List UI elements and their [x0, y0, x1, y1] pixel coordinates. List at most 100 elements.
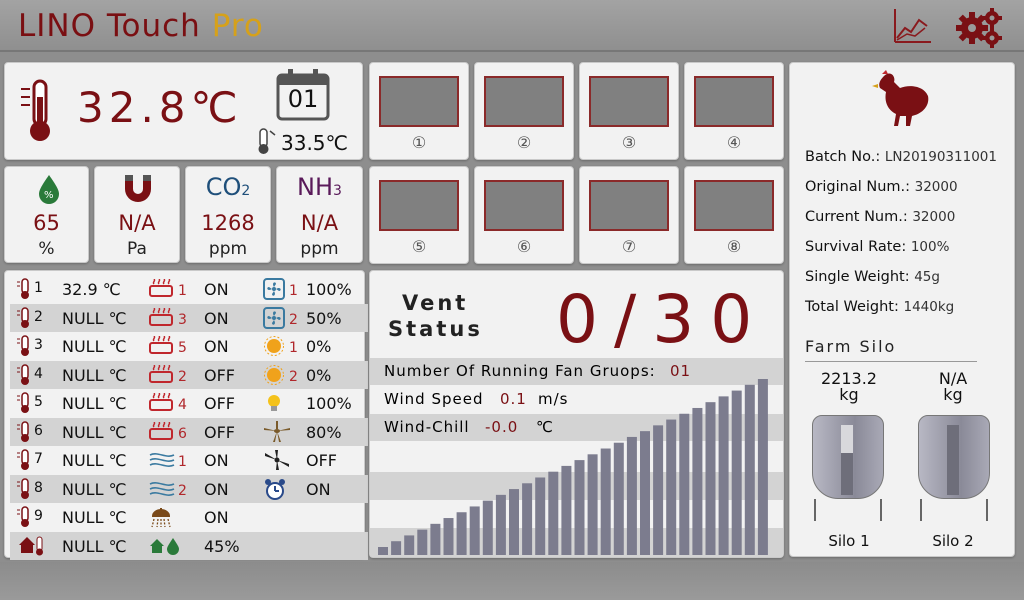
camera-number: ③ — [621, 133, 637, 152]
vent-level-bar — [613, 442, 624, 555]
single-weight-value: 45g — [914, 269, 940, 285]
device-number: 2 — [289, 311, 298, 328]
heater-icon — [148, 392, 174, 415]
camera-tile-2[interactable]: ② — [474, 62, 574, 160]
pressure-tile[interactable]: N/A Pa — [94, 166, 180, 263]
vent-status-panel[interactable]: Vent Status 0/30 Number Of Running Fan G… — [369, 270, 784, 558]
fan-icon — [263, 306, 285, 333]
sensor-temperature: NULL ℃ — [62, 451, 127, 470]
camera-tile-6[interactable]: ⑥ — [474, 166, 574, 264]
sensor-temperature: NULL ℃ — [62, 394, 127, 413]
vent-level-bar — [757, 379, 768, 555]
thermometer-icon — [17, 392, 33, 418]
device-row[interactable]: 9 NULL ℃ ON — [10, 503, 368, 532]
co2-unit: ppm — [208, 239, 248, 259]
nh3-value: N/A — [300, 211, 339, 235]
house-thermometer-icon — [17, 535, 53, 561]
silo-1-level — [841, 425, 853, 453]
vent-level-bar — [692, 407, 703, 555]
camera-tile-1[interactable]: ① — [369, 62, 469, 160]
vent-level-bar — [495, 494, 506, 555]
alarm-clock-icon — [263, 478, 287, 506]
device-row[interactable]: 5 NULL ℃ 4 OFF 100% — [10, 389, 368, 418]
silo-2-unit: kg — [943, 385, 963, 404]
heater-number: 4 — [178, 397, 187, 413]
indoor-temperature: 32.8℃ — [77, 83, 243, 132]
humidity-unit: % — [38, 239, 55, 259]
silo-1-graphic[interactable] — [812, 415, 888, 525]
svg-text:%: % — [44, 190, 54, 201]
device-row[interactable]: 7 NULL ℃ 1 ON OFF — [10, 446, 368, 475]
device-row[interactable]: NULL ℃ 45% — [10, 531, 368, 561]
vent-level-bar — [626, 436, 637, 555]
co2-tile[interactable]: CO2 1268 ppm — [185, 166, 271, 263]
heater-state: 45% — [204, 536, 240, 556]
camera-tile-3[interactable]: ③ — [579, 62, 679, 160]
silo-1-name: Silo 1 — [828, 532, 870, 550]
camera-tile-8[interactable]: ⑧ — [684, 166, 784, 264]
device-row[interactable]: 3 NULL ℃ 5 ON 1 0% — [10, 332, 368, 361]
vent-level-bar — [548, 471, 559, 555]
sensor-temperature: NULL ℃ — [62, 479, 127, 499]
shower-icon — [148, 507, 174, 533]
stir-fan-icon — [263, 449, 291, 475]
device-row[interactable]: 1 32.9 ℃ 1 ON 1 100% — [10, 275, 368, 304]
nh3-tile[interactable]: NH3 N/A ppm — [276, 166, 363, 263]
vent-label-line2: Status — [388, 317, 483, 341]
hen-icon — [870, 68, 934, 136]
silo-2-name: Silo 2 — [932, 532, 974, 550]
sensor-temperature: NULL ℃ — [62, 308, 127, 328]
single-weight-row: Single Weight: 45g — [805, 269, 940, 285]
humidity-icon: % — [36, 173, 62, 209]
device-row[interactable]: 8 NULL ℃ 2 ON ON — [10, 474, 368, 506]
total-weight-row: Total Weight: 1440kg — [805, 299, 954, 315]
inlet-icon — [148, 450, 176, 474]
pressure-unit: Pa — [127, 239, 147, 259]
heater-icon — [148, 363, 174, 387]
humidity-tile[interactable]: % 65 % — [4, 166, 89, 263]
current-num-label: Current Num.: — [805, 209, 908, 225]
camera-preview — [379, 76, 459, 127]
vent-level-bar — [679, 413, 690, 555]
silo-leg — [814, 499, 816, 521]
thermometer-icon — [17, 477, 33, 504]
chart-icon[interactable] — [891, 6, 933, 46]
vent-level-bar — [509, 489, 519, 555]
vent-level-bar — [705, 402, 716, 555]
camera-tile-7[interactable]: ⑦ — [579, 166, 679, 264]
heater-state: ON — [204, 479, 229, 499]
pressure-value: N/A — [118, 211, 156, 235]
fan-icon — [263, 278, 285, 304]
sensor-index: 3 — [34, 337, 43, 353]
device-row[interactable]: 2 NULL ℃ 3 ON 2 50% — [10, 303, 368, 333]
sensor-index: 4 — [34, 365, 43, 382]
heater-icon — [148, 335, 174, 358]
batch-number-value: LN20190311001 — [884, 149, 997, 165]
current-num-row: Current Num.: 32000 — [805, 209, 955, 225]
silo-leg — [986, 499, 988, 521]
device-value: 100% — [306, 280, 352, 299]
camera-tile-4[interactable]: ④ — [684, 62, 784, 160]
gear-icon[interactable] — [954, 6, 1004, 50]
silo-2-graphic[interactable] — [918, 415, 994, 525]
heater-state: ON — [204, 308, 229, 328]
batch-number-row: Batch No.: LN20190311001 — [805, 149, 997, 165]
device-row[interactable]: 4 NULL ℃ 2 OFF 2 0% — [10, 360, 368, 390]
heater-number: 6 — [178, 425, 187, 442]
batch-number-label: Batch No.: — [805, 149, 881, 165]
camera-number: ② — [516, 133, 532, 152]
sensor-index: 8 — [34, 479, 43, 496]
heater-state: OFF — [204, 394, 235, 413]
sensor-temperature: NULL ℃ — [62, 337, 127, 356]
sensor-temperature: NULL ℃ — [62, 508, 127, 527]
sun-icon — [263, 364, 285, 390]
device-value: 0% — [306, 365, 332, 385]
camera-number: ④ — [726, 133, 742, 152]
device-value: 0% — [306, 337, 332, 356]
device-row[interactable]: 6 NULL ℃ 6 OFF 80% — [10, 417, 368, 446]
camera-preview — [589, 180, 669, 231]
bulb-icon — [263, 392, 285, 418]
vent-level-bar — [535, 477, 546, 555]
silo-1-unit: kg — [839, 385, 859, 404]
camera-tile-5[interactable]: ⑤ — [369, 166, 469, 264]
